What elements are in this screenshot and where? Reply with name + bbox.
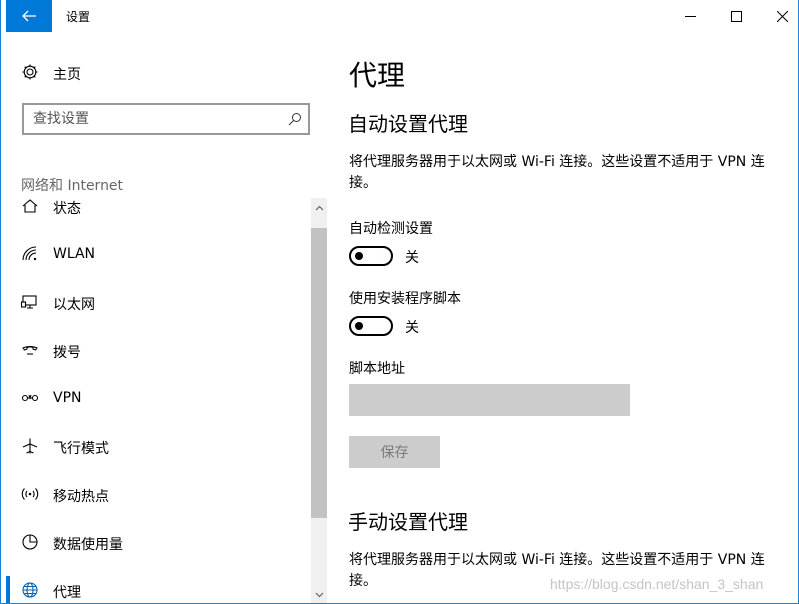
sidebar-item-data-usage[interactable]: 数据使用量 <box>6 522 310 562</box>
search-input[interactable] <box>24 105 274 133</box>
script-address-input[interactable] <box>349 384 630 416</box>
scroll-down-button[interactable] <box>311 586 327 602</box>
chevron-up-icon <box>315 205 323 210</box>
watermark-text: https://blog.csdn.net/shan_3_shan <box>550 576 764 592</box>
scroll-up-button[interactable] <box>311 200 327 216</box>
sidebar-item-label: WLAN <box>53 246 96 262</box>
auto-detect-toggle[interactable] <box>349 246 393 266</box>
sidebar-item-home[interactable]: 主页 <box>6 60 328 86</box>
globe-icon <box>22 582 38 598</box>
search-icon[interactable] <box>288 112 302 126</box>
sidebar-item-label: 状态 <box>53 201 81 217</box>
home-label: 主页 <box>53 67 81 83</box>
vpn-icon <box>21 394 39 402</box>
airplane-icon <box>22 438 38 454</box>
sidebar-item-ethernet[interactable]: 以太网 <box>6 282 310 322</box>
sidebar-item-label: 代理 <box>53 585 81 601</box>
sidebar-item-vpn[interactable]: VPN <box>6 378 310 418</box>
selection-indicator <box>6 576 10 603</box>
arrow-left-icon <box>22 10 36 22</box>
maximize-icon <box>730 10 742 22</box>
auto-detect-label: 自动检测设置 <box>349 221 433 237</box>
sidebar-item-label: 以太网 <box>53 297 95 313</box>
use-script-state: 关 <box>405 320 419 336</box>
auto-proxy-description: 将代理服务器用于以太网或 Wi-Fi 连接。这些设置不适用于 VPN 连接。 <box>349 154 765 191</box>
save-button[interactable]: 保存 <box>349 436 440 468</box>
search-box <box>22 103 310 135</box>
use-script-row: 关 <box>349 316 549 338</box>
window-title: 设置 <box>66 10 91 24</box>
minimize-button[interactable] <box>667 0 713 32</box>
minimize-icon <box>684 15 696 17</box>
sidebar-item-dialup[interactable]: 拨号 <box>6 330 310 370</box>
nav-list: 状态 WLAN 以太网 拨号 VPN 飞行模式 移动热点 数据使用量 代理 <box>6 198 310 603</box>
back-button[interactable] <box>6 0 52 32</box>
content-pane: 代理 自动设置代理 将代理服务器用于以太网或 Wi-Fi 连接。这些设置不适用于… <box>348 32 789 603</box>
toggle-knob <box>355 252 363 260</box>
use-script-toggle[interactable] <box>349 316 393 336</box>
ethernet-icon <box>21 295 37 309</box>
auto-detect-row: 关 <box>349 246 549 268</box>
nav-scrollbar[interactable] <box>311 198 327 603</box>
chevron-down-icon <box>315 592 323 597</box>
page-title: 代理 <box>349 59 406 92</box>
maximize-button[interactable] <box>713 0 759 32</box>
sidebar-item-status[interactable]: 状态 <box>6 198 310 226</box>
sidebar-item-wlan[interactable]: WLAN <box>6 234 310 274</box>
sidebar-item-airplane-mode[interactable]: 飞行模式 <box>6 426 310 466</box>
close-icon <box>776 10 788 22</box>
gear-icon <box>22 64 38 80</box>
sidebar-item-label: 移动热点 <box>53 489 109 505</box>
section-header: 网络和 Internet <box>21 178 124 194</box>
wifi-icon <box>22 246 37 261</box>
sidebar-item-label: VPN <box>53 390 82 406</box>
scroll-thumb[interactable] <box>311 228 327 518</box>
close-button[interactable] <box>759 0 798 32</box>
sidebar-item-proxy[interactable]: 代理 <box>6 570 310 603</box>
hotspot-icon <box>21 488 39 500</box>
toggle-knob <box>355 322 363 330</box>
title-bar: 设置 <box>1 0 798 32</box>
sidebar-item-label: 数据使用量 <box>53 537 123 553</box>
script-address-label: 脚本地址 <box>349 361 405 377</box>
sidebar-item-label: 飞行模式 <box>53 441 109 457</box>
auto-detect-state: 关 <box>405 250 419 266</box>
auto-proxy-section-title: 自动设置代理 <box>348 112 468 136</box>
manual-proxy-section-title: 手动设置代理 <box>348 510 468 534</box>
navigation-pane: 主页 网络和 Internet 状态 <box>6 32 328 603</box>
sidebar-item-mobile-hotspot[interactable]: 移动热点 <box>6 474 310 514</box>
dialup-icon <box>22 346 38 355</box>
sidebar-item-label: 拨号 <box>53 345 81 361</box>
settings-window: 设置 主页 网络和 Internet <box>0 0 799 604</box>
data-usage-icon <box>22 534 38 550</box>
home-status-icon <box>22 199 38 213</box>
use-script-label: 使用安装程序脚本 <box>349 291 461 307</box>
